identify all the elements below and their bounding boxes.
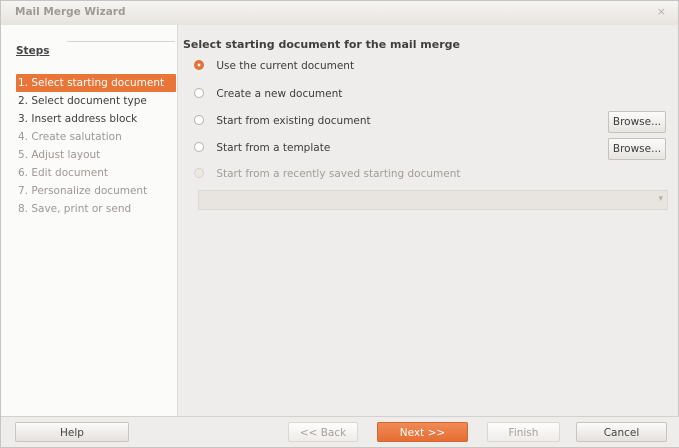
radio-icon[interactable] (194, 88, 204, 98)
option-start-from-existing-document[interactable]: Start from existing document (194, 113, 371, 129)
window-title: Mail Merge Wizard (15, 6, 126, 18)
steps-divider (67, 41, 175, 42)
help-button[interactable]: Help (15, 422, 129, 442)
radio-disabled-icon (194, 168, 204, 178)
radio-checked-icon[interactable] (194, 60, 204, 70)
step-list: 1. Select starting document 2. Select do… (16, 74, 176, 218)
next-button[interactable]: Next >> (377, 422, 468, 442)
back-button: << Back (288, 422, 358, 442)
radio-icon[interactable] (194, 142, 204, 152)
browse-template-button[interactable]: Browse... (608, 138, 666, 160)
close-icon[interactable]: × (657, 5, 666, 18)
option-label-use-current-document: Use the current document (216, 60, 355, 72)
option-label-start-from-recent-document: Start from a recently saved starting doc… (216, 168, 461, 180)
step-3-insert-address-block[interactable]: 3. Insert address block (16, 110, 176, 128)
steps-title: Steps (16, 45, 50, 57)
step-7-personalize-document: 7. Personalize document (18, 185, 148, 197)
finish-button: Finish (487, 422, 560, 442)
steps-panel: Steps 1. Select starting document 2. Sel… (1, 25, 178, 419)
recent-document-combobox: ▾ (198, 190, 668, 210)
option-use-current-document[interactable]: Use the current document (194, 58, 354, 74)
main-panel: Select starting document for the mail me… (178, 25, 678, 419)
option-start-from-recent-document: Start from a recently saved starting doc… (194, 166, 460, 182)
option-start-from-template[interactable]: Start from a template (194, 140, 330, 156)
step-2-select-document-type[interactable]: 2. Select document type (16, 92, 176, 110)
step-8-save-print-or-send: 8. Save, print or send (18, 203, 132, 215)
main-title: Select starting document for the mail me… (183, 38, 460, 51)
option-label-create-new-document: Create a new document (216, 88, 343, 100)
step-6-edit-document: 6. Edit document (18, 167, 109, 179)
radio-icon[interactable] (194, 115, 204, 125)
option-create-new-document[interactable]: Create a new document (194, 86, 342, 102)
browse-existing-button[interactable]: Browse... (608, 111, 666, 133)
chevron-down-icon: ▾ (658, 194, 663, 204)
dialog-button-bar: Help << Back Next >> Finish Cancel (1, 416, 679, 447)
titlebar: Mail Merge Wizard × (1, 1, 678, 26)
cancel-button[interactable]: Cancel (576, 422, 667, 442)
step-4-create-salutation: 4. Create salutation (18, 131, 122, 143)
step-5-adjust-layout: 5. Adjust layout (18, 149, 101, 161)
option-label-start-from-template: Start from a template (216, 142, 331, 154)
mail-merge-wizard-dialog: Mail Merge Wizard × Steps 1. Select star… (0, 0, 679, 448)
option-label-start-from-existing-document: Start from existing document (216, 115, 371, 127)
step-1-select-starting-document[interactable]: 1. Select starting document (16, 74, 176, 92)
